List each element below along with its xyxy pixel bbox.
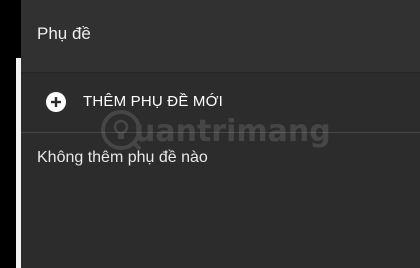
plus-circle-icon xyxy=(46,92,66,112)
panel-title: Phụ đề xyxy=(37,24,91,43)
scrollbar-track[interactable] xyxy=(8,0,27,268)
watermark-text: uantrimang xyxy=(134,114,331,149)
panel-header: Phụ đề xyxy=(21,0,420,73)
left-background xyxy=(0,0,8,268)
watermark: uantrimang xyxy=(100,105,331,155)
